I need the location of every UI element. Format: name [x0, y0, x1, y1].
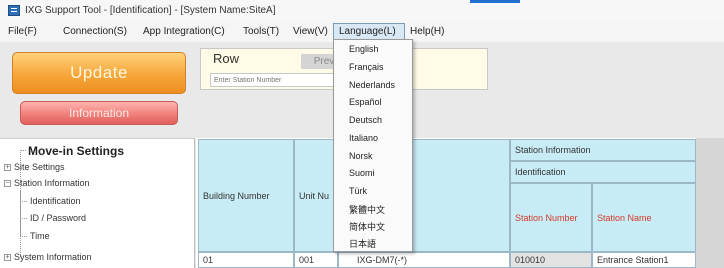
language-option-italian[interactable]: Italiano [349, 133, 378, 143]
menu-app-integration[interactable]: App Integration(C) [143, 26, 225, 37]
tree-root-move-in-settings[interactable]: Move-in Settings [28, 144, 124, 158]
language-option-english[interactable]: English [349, 44, 379, 54]
tree-item-station-information[interactable]: Station Information [14, 178, 90, 188]
menu-view[interactable]: View(V) [293, 26, 328, 37]
title-accent-bar [470, 0, 520, 3]
tree-connector [20, 150, 26, 151]
information-button[interactable]: Information [20, 101, 178, 125]
tree-item-site-settings[interactable]: Site Settings [14, 162, 65, 172]
language-option-norwegian[interactable]: Norsk [349, 151, 373, 161]
language-option-japanese[interactable]: 日本語 [349, 237, 376, 250]
header-building-number: Building Number [198, 139, 294, 252]
language-option-simplified-chinese[interactable]: 简体中文 [349, 220, 385, 233]
row-label: Row [213, 51, 240, 66]
tree-item-identification[interactable]: Identification [30, 196, 81, 206]
collapse-icon[interactable]: − [4, 180, 11, 187]
cell-station-type[interactable]: IXG-DM7(-*) [338, 252, 510, 268]
header-unit-number: Unit Nu [294, 139, 338, 252]
grid-side-panel [696, 138, 724, 268]
window-title: IXG Support Tool - [Identification] - [S… [25, 5, 276, 16]
tree-item-id-password[interactable]: ID / Password [30, 213, 86, 223]
header-station-number: Station Number [510, 183, 592, 252]
language-option-finnish[interactable]: Suomi [349, 168, 375, 178]
menu-tools[interactable]: Tools(T) [243, 26, 279, 37]
cell-unit[interactable]: 001 [294, 252, 338, 268]
language-option-spanish[interactable]: Español [349, 97, 382, 107]
language-option-turkish[interactable]: Türk [349, 186, 367, 196]
tree-connector [20, 201, 27, 202]
menu-language[interactable]: Language(L) [339, 26, 396, 37]
cell-building[interactable]: 01 [198, 252, 294, 268]
expand-icon[interactable]: + [4, 164, 11, 171]
tree-connector [20, 218, 27, 219]
language-option-french[interactable]: Français [349, 62, 384, 72]
language-option-traditional-chinese[interactable]: 繁體中文 [349, 203, 385, 216]
header-station-information: Station Information [510, 139, 696, 161]
cell-station-number[interactable]: 010010 [510, 252, 592, 268]
cell-station-name[interactable]: Entrance Station1 [592, 252, 696, 268]
header-station-name: Station Name [592, 183, 696, 252]
tree-connector [20, 236, 27, 237]
expand-icon[interactable]: + [4, 254, 11, 261]
language-option-dutch[interactable]: Nederlands [349, 80, 395, 90]
tree-connector [20, 190, 21, 236]
header-identification: Identification [510, 161, 696, 183]
app-icon [8, 5, 20, 16]
language-option-german[interactable]: Deutsch [349, 115, 382, 125]
tree-item-system-information[interactable]: System Information [14, 252, 92, 262]
menu-help[interactable]: Help(H) [410, 26, 444, 37]
update-button[interactable]: Update [12, 52, 186, 94]
menu-file[interactable]: File(F) [8, 26, 37, 37]
menu-connection[interactable]: Connection(S) [63, 26, 127, 37]
tree-item-time[interactable]: Time [30, 231, 50, 241]
station-number-input[interactable] [210, 73, 335, 87]
